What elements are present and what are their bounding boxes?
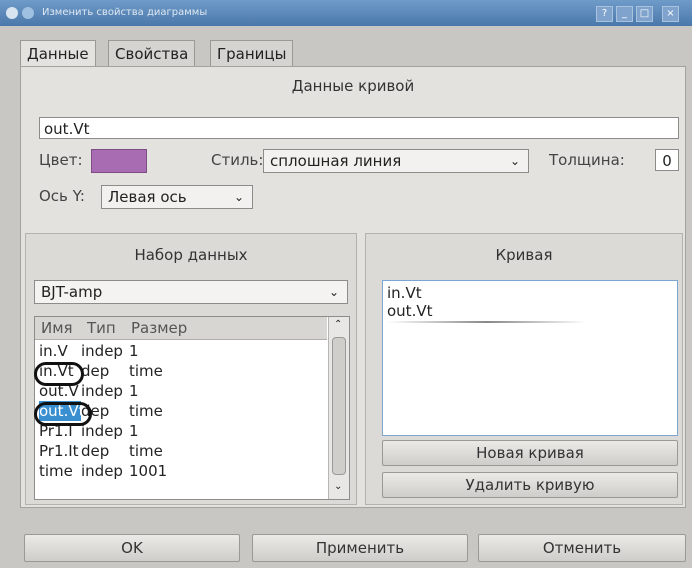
app-icon bbox=[6, 7, 18, 19]
style-label: Стиль: bbox=[211, 151, 264, 169]
window-menu-icon[interactable] bbox=[22, 7, 34, 19]
curves-title: Кривая bbox=[495, 246, 553, 264]
curves-list[interactable]: in.Vt out.Vt bbox=[382, 280, 678, 436]
curves-group: Кривая in.Vt out.Vt Новая кривая Удалить… bbox=[365, 233, 683, 505]
list-item[interactable]: Pr1.It dep time bbox=[39, 441, 163, 461]
style-select-value: сплошная линия bbox=[270, 152, 402, 170]
chevron-down-icon: ⌄ bbox=[233, 190, 244, 204]
list-item[interactable]: in.V indep 1 bbox=[39, 341, 139, 361]
expression-input[interactable]: out.Vt bbox=[39, 117, 679, 139]
scroll-up-icon[interactable]: ⌃ bbox=[334, 319, 342, 330]
tab-data[interactable]: Данные bbox=[20, 40, 96, 69]
close-button[interactable]: × bbox=[662, 6, 679, 22]
cancel-button[interactable]: Отменить bbox=[478, 534, 686, 562]
title-bar: Изменить свойства диаграммы ? _ □ × bbox=[0, 0, 692, 26]
scroll-down-icon[interactable]: ⌄ bbox=[334, 481, 342, 492]
column-type-header[interactable]: Тип bbox=[87, 317, 116, 339]
dataset-select[interactable]: BJT-amp ⌄ bbox=[34, 280, 348, 304]
apply-button[interactable]: Применить bbox=[252, 534, 468, 562]
tab-borders[interactable]: Границы bbox=[210, 40, 294, 67]
thickness-label: Толщина: bbox=[549, 151, 625, 169]
curve-data-title: Данные кривой bbox=[291, 77, 415, 95]
list-scrollbar[interactable]: ⌃ ⌄ bbox=[328, 317, 349, 499]
window-title: Изменить свойства диаграммы bbox=[42, 7, 208, 18]
annotation-circle bbox=[34, 362, 84, 386]
column-name-header[interactable]: Имя bbox=[41, 317, 73, 339]
list-header: Имя Тип Размер bbox=[35, 317, 327, 340]
divider bbox=[387, 321, 587, 323]
color-swatch-button[interactable] bbox=[91, 149, 147, 173]
y-axis-select-value: Левая ось bbox=[108, 188, 187, 206]
chevron-down-icon: ⌄ bbox=[328, 285, 339, 299]
minimize-button[interactable]: _ bbox=[616, 6, 633, 22]
tab-content-panel: Данные кривой out.Vt Цвет: Стиль: сплошн… bbox=[20, 66, 686, 508]
help-button[interactable]: ? bbox=[596, 6, 613, 22]
tab-properties[interactable]: Свойства bbox=[108, 40, 196, 67]
dataset-select-value: BJT-amp bbox=[41, 283, 103, 301]
dataset-variable-list[interactable]: Имя Тип Размер in.V indep 1 in.Vt dep time o… bbox=[34, 316, 350, 500]
chevron-down-icon: ⌄ bbox=[509, 154, 520, 168]
style-select[interactable]: сплошная линия ⌄ bbox=[263, 149, 529, 173]
scrollbar-thumb[interactable] bbox=[332, 337, 346, 475]
color-label: Цвет: bbox=[39, 151, 83, 169]
column-size-header[interactable]: Размер bbox=[131, 317, 187, 339]
ok-button[interactable]: OK bbox=[24, 534, 240, 562]
annotation-circle bbox=[34, 402, 92, 426]
dataset-group: Набор данных BJT-amp ⌄ Имя Тип Размер in… bbox=[25, 233, 357, 505]
new-curve-button[interactable]: Новая кривая bbox=[382, 440, 678, 466]
thickness-input[interactable]: 0 bbox=[655, 149, 679, 171]
list-item[interactable]: in.Vt bbox=[387, 283, 422, 303]
y-axis-label: Ось Y: bbox=[39, 187, 85, 205]
delete-curve-button[interactable]: Удалить кривую bbox=[382, 472, 678, 498]
dataset-title: Набор данных bbox=[134, 246, 248, 264]
maximize-button[interactable]: □ bbox=[636, 6, 653, 22]
list-item[interactable]: time indep 1001 bbox=[39, 461, 167, 481]
y-axis-select[interactable]: Левая ось ⌄ bbox=[101, 185, 253, 209]
list-item[interactable]: out.Vt bbox=[387, 301, 432, 321]
